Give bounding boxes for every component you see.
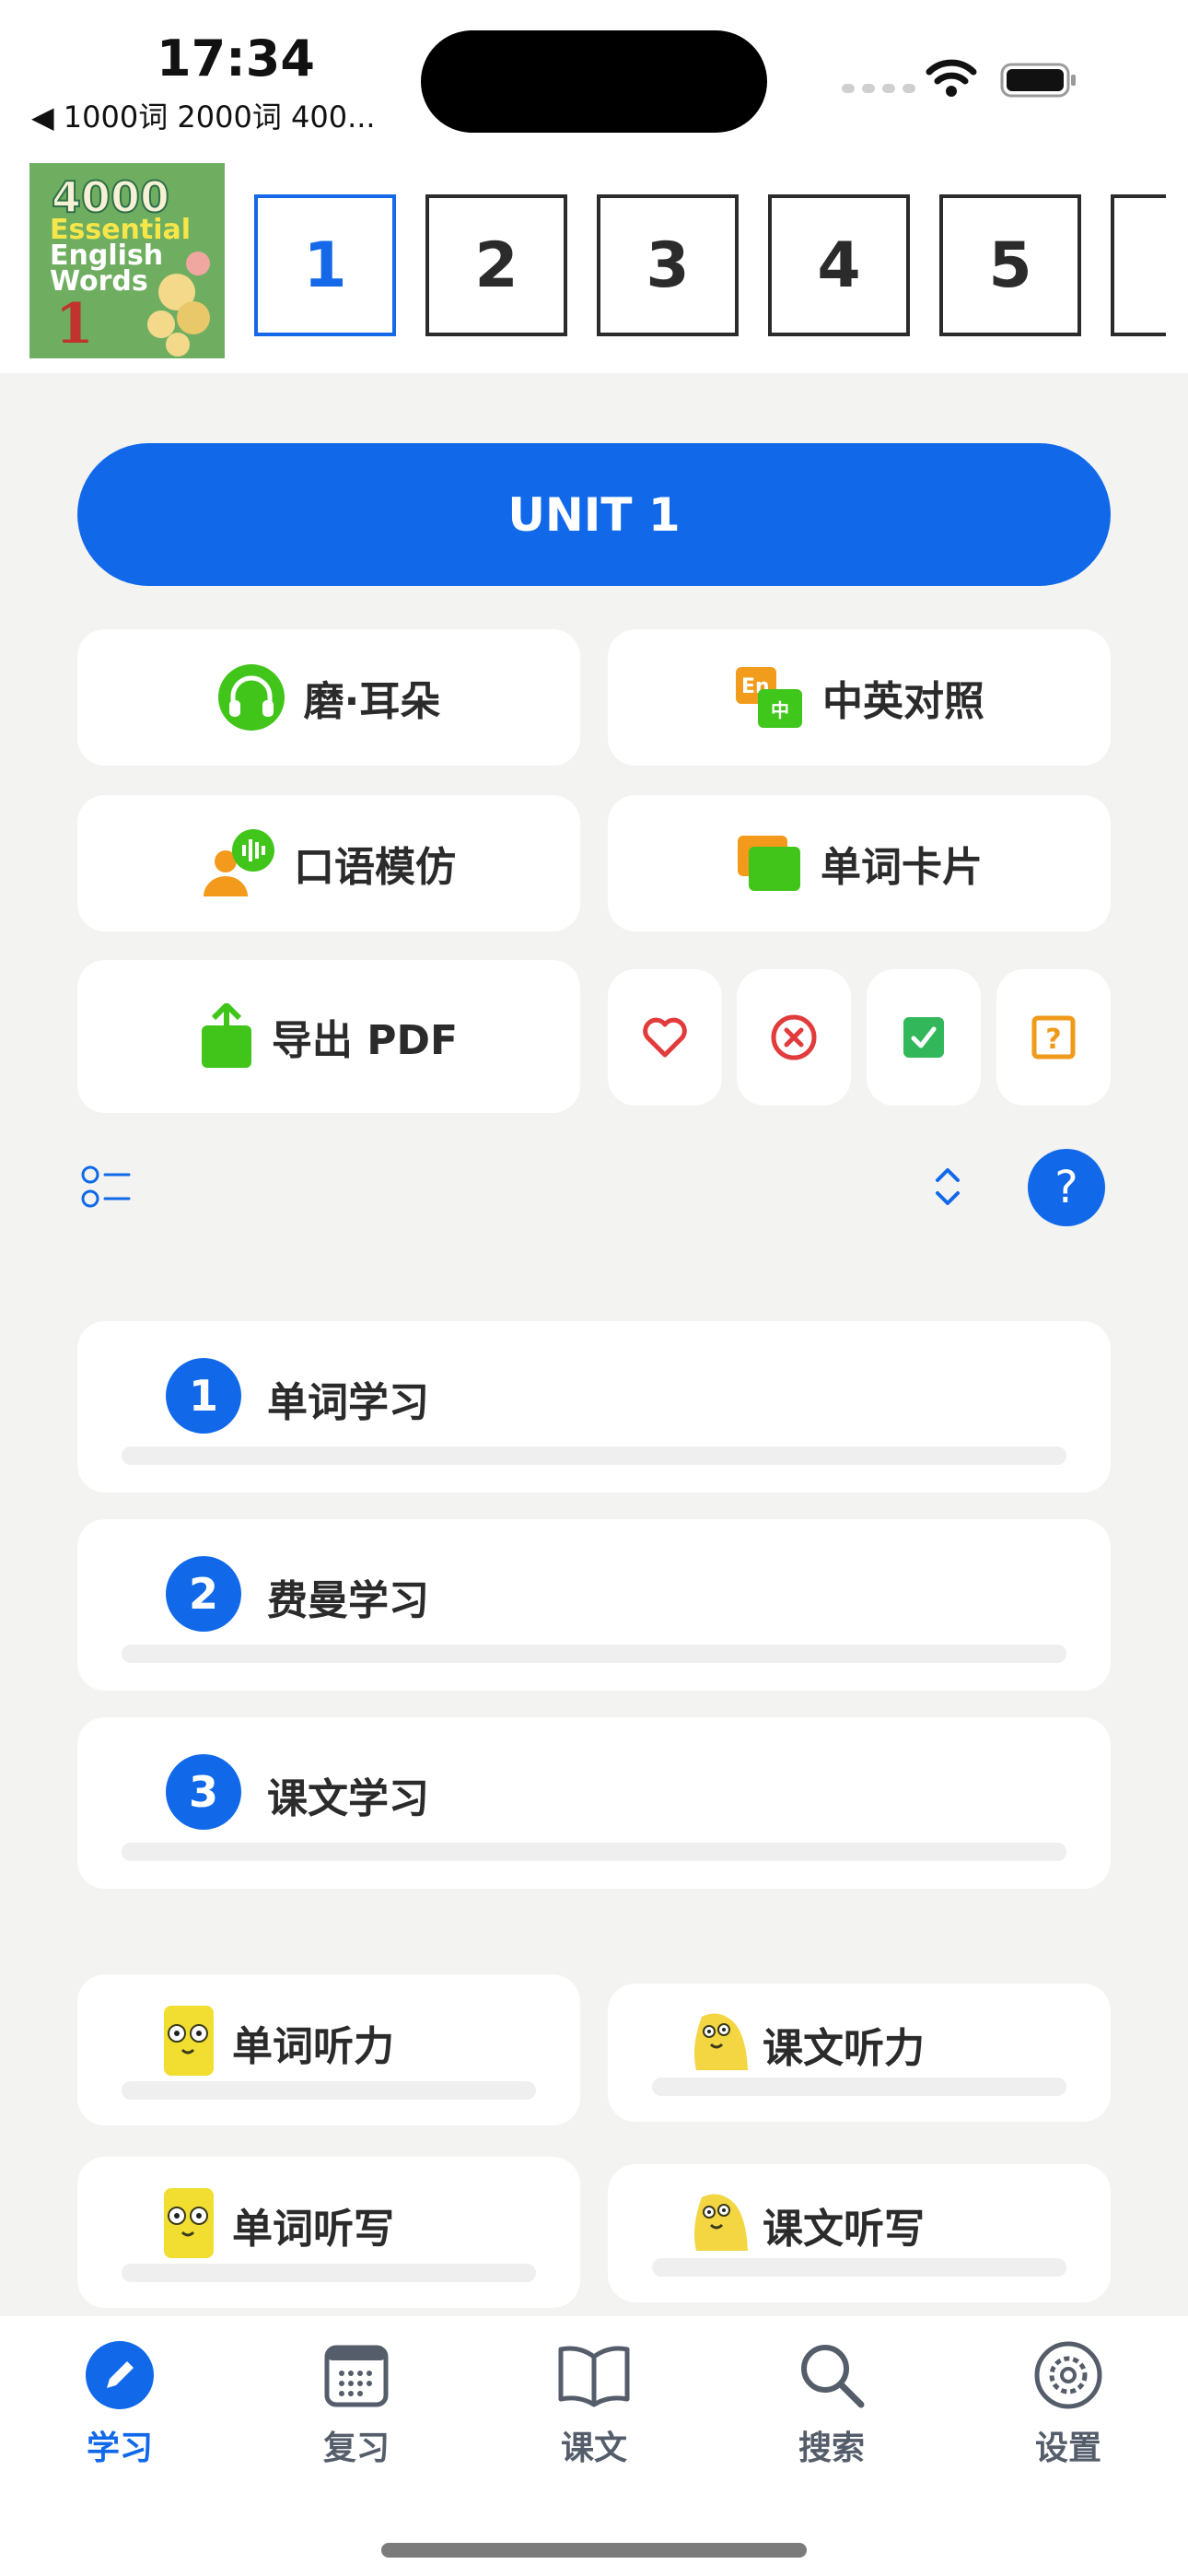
tab-label: 学习 bbox=[86, 2430, 153, 2467]
unit-tab-6-partial[interactable] bbox=[1111, 194, 1166, 336]
pencil-icon bbox=[86, 2341, 154, 2409]
svg-text:?: ? bbox=[1045, 1024, 1061, 1056]
oral-mimic-button[interactable]: 口语模仿 bbox=[77, 795, 580, 931]
favorites-filter-button[interactable] bbox=[608, 969, 722, 1106]
bilingual-label: 中英对照 bbox=[822, 678, 984, 725]
study-step-text[interactable]: 3 课文学习 bbox=[77, 1717, 1111, 1889]
word-dictation-label: 单词听写 bbox=[232, 2206, 394, 2253]
share-export-icon bbox=[201, 1003, 251, 1068]
unit-tab-3[interactable]: 3 bbox=[597, 194, 739, 336]
word-listening-progress bbox=[122, 2081, 536, 2100]
text-listening-button[interactable]: 课文听力 bbox=[608, 1984, 1111, 2122]
study-step-feynman[interactable]: 2 费曼学习 bbox=[77, 1519, 1111, 1691]
back-to-app-link[interactable]: ◀ 1000词 2000词 400... bbox=[31, 94, 376, 136]
text-dictation-progress bbox=[652, 2258, 1066, 2277]
help-button[interactable]: ? bbox=[1028, 1149, 1105, 1226]
dynamic-island bbox=[421, 30, 767, 133]
unit-tab-4[interactable]: 4 bbox=[768, 194, 910, 336]
step-label: 单词学习 bbox=[267, 1379, 429, 1426]
step-label: 费曼学习 bbox=[267, 1577, 429, 1624]
tab-label: 复习 bbox=[322, 2430, 390, 2467]
search-icon bbox=[801, 2345, 865, 2408]
cards-icon bbox=[738, 836, 800, 891]
yellow-character-icon bbox=[164, 2188, 214, 2258]
yellow-bear-icon bbox=[694, 2013, 748, 2070]
tab-settings[interactable]: 设置 bbox=[985, 2340, 1151, 2469]
tab-label: 课文 bbox=[560, 2430, 627, 2467]
text-dictation-label: 课文听写 bbox=[763, 2206, 925, 2253]
grind-ears-button[interactable]: 磨·耳朵 bbox=[77, 629, 580, 766]
step-label: 课文学习 bbox=[267, 1775, 429, 1822]
tab-study[interactable]: 学习 bbox=[37, 2340, 203, 2469]
study-step-word[interactable]: 1 单词学习 bbox=[77, 1321, 1111, 1493]
calendar-icon bbox=[324, 2345, 389, 2407]
book-icon bbox=[558, 2346, 630, 2407]
book-cover-image[interactable]: 4000 Essential English Words 1 bbox=[29, 163, 225, 358]
heart-icon bbox=[643, 1017, 687, 1058]
x-circle-icon bbox=[771, 1014, 817, 1060]
tab-texts[interactable]: 课文 bbox=[511, 2340, 677, 2469]
step-progress-bar bbox=[122, 1645, 1066, 1663]
translate-zh-text: 中 bbox=[771, 699, 789, 721]
unit-tab-5[interactable]: 5 bbox=[939, 194, 1081, 336]
bilingual-button[interactable]: En 中 中英对照 bbox=[608, 629, 1111, 766]
cellular-signal-icon bbox=[842, 84, 915, 93]
cover-volume: 1 bbox=[55, 292, 94, 357]
battery-icon bbox=[1000, 63, 1076, 98]
oral-mimic-label: 口语模仿 bbox=[294, 844, 456, 891]
grind-ears-label: 磨·耳朵 bbox=[303, 678, 441, 725]
wrong-words-filter-button[interactable] bbox=[737, 969, 851, 1106]
home-indicator bbox=[381, 2543, 807, 2558]
translate-icon: En 中 bbox=[736, 667, 802, 728]
tab-label: 搜索 bbox=[798, 2430, 865, 2467]
list-toggle-icon[interactable] bbox=[81, 1165, 131, 1208]
text-listening-label: 课文听力 bbox=[763, 2025, 925, 2072]
step-number-badge: 1 bbox=[166, 1358, 241, 1434]
unit-tab-1[interactable]: 1 bbox=[254, 194, 396, 336]
export-pdf-button[interactable]: 导出 PDF bbox=[77, 960, 580, 1113]
step-number-badge: 3 bbox=[166, 1754, 241, 1830]
headphones-icon bbox=[217, 664, 285, 731]
unit-title-banner[interactable]: UNIT 1 bbox=[77, 443, 1111, 586]
step-number-badge: 2 bbox=[166, 1556, 241, 1632]
unknown-words-filter-button[interactable]: ? bbox=[996, 969, 1111, 1106]
word-cards-label: 单词卡片 bbox=[821, 844, 983, 891]
question-square-icon: ? bbox=[1031, 1015, 1076, 1060]
known-words-filter-button[interactable] bbox=[867, 969, 981, 1106]
word-dictation-progress bbox=[122, 2264, 536, 2282]
wifi-icon bbox=[926, 59, 977, 97]
word-listening-label: 单词听力 bbox=[232, 2023, 394, 2070]
word-dictation-button[interactable]: 单词听写 bbox=[77, 2157, 580, 2308]
yellow-bear-icon bbox=[694, 2194, 748, 2251]
text-listening-progress bbox=[652, 2078, 1066, 2096]
check-square-icon bbox=[903, 1017, 944, 1058]
export-pdf-label: 导出 PDF bbox=[271, 1017, 459, 1064]
sort-chevrons-icon[interactable] bbox=[932, 1165, 963, 1208]
word-cards-button[interactable]: 单词卡片 bbox=[608, 795, 1111, 931]
gear-icon bbox=[1034, 2341, 1102, 2409]
status-time: 17:34 bbox=[157, 29, 315, 88]
tab-review[interactable]: 复习 bbox=[274, 2340, 439, 2469]
step-progress-bar bbox=[122, 1843, 1066, 1861]
word-listening-button[interactable]: 单词听力 bbox=[77, 1974, 580, 2125]
text-dictation-button[interactable]: 课文听写 bbox=[608, 2164, 1111, 2302]
tab-search[interactable]: 搜索 bbox=[749, 2340, 914, 2469]
yellow-character-icon bbox=[164, 2006, 214, 2076]
unit-tab-2[interactable]: 2 bbox=[425, 194, 567, 336]
step-progress-bar bbox=[122, 1446, 1066, 1465]
speaking-person-icon bbox=[204, 829, 274, 896]
tab-label: 设置 bbox=[1034, 2430, 1101, 2467]
